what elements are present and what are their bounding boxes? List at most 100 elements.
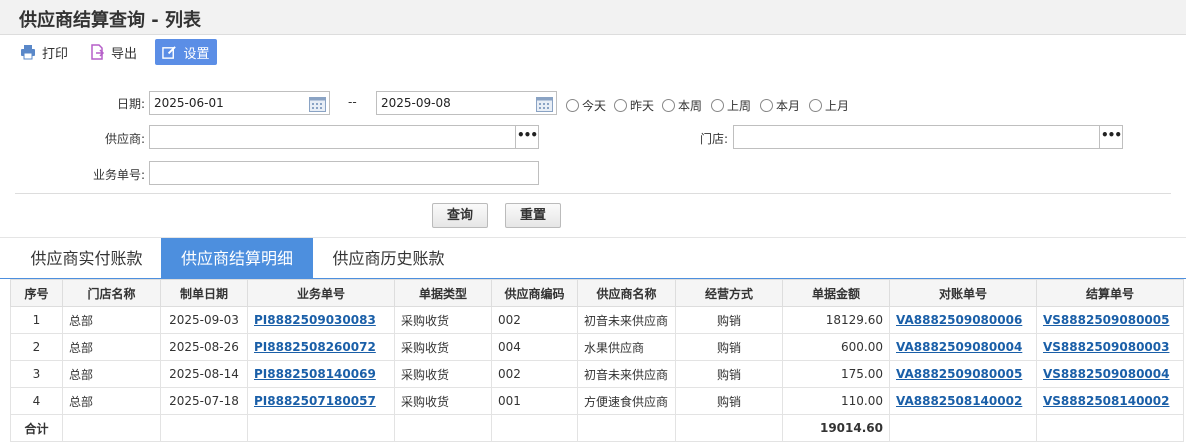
calendar-icon[interactable] xyxy=(309,95,326,112)
table-row[interactable]: 2 总部 2025-08-26 PI8882508260072 采购收货 004… xyxy=(10,333,1184,361)
tab-supplier-history[interactable]: 供应商历史账款 xyxy=(316,238,461,279)
order-number-label: 业务单号: xyxy=(92,168,145,182)
range-radio-this-month[interactable]: 本月 xyxy=(760,97,800,114)
supplier-name: 水果供应商 xyxy=(577,333,676,361)
supplier-code: 002 xyxy=(491,306,578,334)
supplier-label: 供应商: xyxy=(104,132,145,146)
calendar-icon[interactable] xyxy=(536,95,553,112)
row-index: 4 xyxy=(10,387,63,415)
date-label: 日期: xyxy=(116,97,145,111)
form-divider xyxy=(15,193,1171,194)
range-radio-last-month[interactable]: 上月 xyxy=(809,97,849,114)
radio-circle xyxy=(809,99,822,112)
supplier-code: 002 xyxy=(491,360,578,388)
column-header[interactable]: 序号 xyxy=(10,279,63,307)
business-mode: 购销 xyxy=(675,360,783,388)
export-icon xyxy=(91,44,105,60)
printer-icon xyxy=(21,45,35,60)
supplier-input[interactable]: ••• xyxy=(149,125,539,149)
supplier-name: 初音未来供应商 xyxy=(577,306,676,334)
doc-amount: 110.00 xyxy=(782,387,890,415)
tab-supplier-payments[interactable]: 供应商实付账款 xyxy=(14,238,159,279)
date-to-input[interactable]: 2025-09-08 xyxy=(376,91,557,115)
created-date: 2025-09-03 xyxy=(160,306,248,334)
column-header[interactable]: 供应商名称 xyxy=(577,279,676,307)
export-label: 导出 xyxy=(111,46,138,62)
range-radio-last-week[interactable]: 上周 xyxy=(711,97,751,114)
date-separator: -- xyxy=(348,95,357,109)
store-label: 门店: xyxy=(699,132,728,146)
radio-circle xyxy=(711,99,724,112)
total-label: 合计 xyxy=(10,414,63,442)
title-bar: 供应商结算查询 - 列表 xyxy=(0,0,1186,35)
tab-bar: 供应商实付账款 供应商结算明细 供应商历史账款 xyxy=(0,237,1186,279)
order-number-link[interactable]: PI8882508260072 xyxy=(254,340,376,354)
total-amount: 19014.60 xyxy=(782,414,890,442)
supplier-picker-button[interactable]: ••• xyxy=(515,126,538,148)
order-number-link[interactable]: PI8882508140069 xyxy=(254,367,376,381)
business-mode: 购销 xyxy=(675,333,783,361)
doc-amount: 600.00 xyxy=(782,333,890,361)
column-header[interactable]: 对账单号 xyxy=(889,279,1037,307)
reconciliation-number-link[interactable]: VA8882509080005 xyxy=(896,367,1022,381)
range-radio-this-week[interactable]: 本周 xyxy=(662,97,702,114)
settlement-table: 序号 门店名称 制单日期 业务单号 单据类型 供应商编码 供应商名称 经营方式 … xyxy=(10,279,1184,442)
store-name: 总部 xyxy=(62,387,161,415)
store-name: 总部 xyxy=(62,306,161,334)
settings-label: 设置 xyxy=(183,46,210,62)
settings-button[interactable]: 设置 xyxy=(155,39,217,65)
settlement-number-link[interactable]: VS8882509080003 xyxy=(1043,340,1169,354)
store-name: 总部 xyxy=(62,360,161,388)
column-header[interactable]: 结算单号 xyxy=(1036,279,1184,307)
column-header[interactable]: 单据金额 xyxy=(782,279,890,307)
date-from-input[interactable]: 2025-06-01 xyxy=(149,91,330,115)
row-index: 1 xyxy=(10,306,63,334)
row-index: 2 xyxy=(10,333,63,361)
print-button[interactable]: 打印 xyxy=(20,39,68,65)
doc-type: 采购收货 xyxy=(394,387,492,415)
table-row[interactable]: 1 总部 2025-09-03 PI8882509030083 采购收货 002… xyxy=(10,306,1184,334)
reconciliation-number-link[interactable]: VA8882509080004 xyxy=(896,340,1022,354)
radio-circle xyxy=(566,99,579,112)
business-mode: 购销 xyxy=(675,306,783,334)
created-date: 2025-08-26 xyxy=(160,333,248,361)
column-header[interactable]: 经营方式 xyxy=(675,279,783,307)
radio-circle xyxy=(760,99,773,112)
radio-circle xyxy=(662,99,675,112)
doc-amount: 18129.60 xyxy=(782,306,890,334)
doc-type: 采购收货 xyxy=(394,333,492,361)
column-header[interactable]: 制单日期 xyxy=(160,279,248,307)
column-header[interactable]: 单据类型 xyxy=(394,279,492,307)
business-mode: 购销 xyxy=(675,387,783,415)
order-number-link[interactable]: PI8882507180057 xyxy=(254,394,376,408)
tab-supplier-settlement-detail[interactable]: 供应商结算明细 xyxy=(161,238,313,279)
toolbar: 打印 导出 设置 xyxy=(0,35,1186,69)
supplier-code: 004 xyxy=(491,333,578,361)
column-header[interactable]: 业务单号 xyxy=(247,279,395,307)
settlement-number-link[interactable]: VS8882508140002 xyxy=(1043,394,1169,408)
store-name: 总部 xyxy=(62,333,161,361)
edit-icon xyxy=(162,45,177,59)
order-number-link[interactable]: PI8882509030083 xyxy=(254,313,376,327)
export-button[interactable]: 导出 xyxy=(89,39,137,65)
range-radio-today[interactable]: 今天 xyxy=(566,97,606,114)
store-picker-button[interactable]: ••• xyxy=(1099,126,1122,148)
supplier-code: 001 xyxy=(491,387,578,415)
store-input[interactable]: ••• xyxy=(733,125,1123,149)
query-button[interactable]: 查询 xyxy=(432,203,488,228)
reconciliation-number-link[interactable]: VA8882509080006 xyxy=(896,313,1022,327)
settlement-number-link[interactable]: VS8882509080005 xyxy=(1043,313,1169,327)
row-index: 3 xyxy=(10,360,63,388)
reset-button[interactable]: 重置 xyxy=(505,203,561,228)
range-radio-yesterday[interactable]: 昨天 xyxy=(614,97,654,114)
created-date: 2025-07-18 xyxy=(160,387,248,415)
supplier-name: 初音未来供应商 xyxy=(577,360,676,388)
reconciliation-number-link[interactable]: VA8882508140002 xyxy=(896,394,1022,408)
table-row[interactable]: 3 总部 2025-08-14 PI8882508140069 采购收货 002… xyxy=(10,360,1184,388)
column-header[interactable]: 门店名称 xyxy=(62,279,161,307)
table-row[interactable]: 4 总部 2025-07-18 PI8882507180057 采购收货 001… xyxy=(10,387,1184,415)
print-label: 打印 xyxy=(42,46,69,62)
order-number-input[interactable] xyxy=(149,161,539,185)
settlement-number-link[interactable]: VS8882509080004 xyxy=(1043,367,1169,381)
column-header[interactable]: 供应商编码 xyxy=(491,279,578,307)
